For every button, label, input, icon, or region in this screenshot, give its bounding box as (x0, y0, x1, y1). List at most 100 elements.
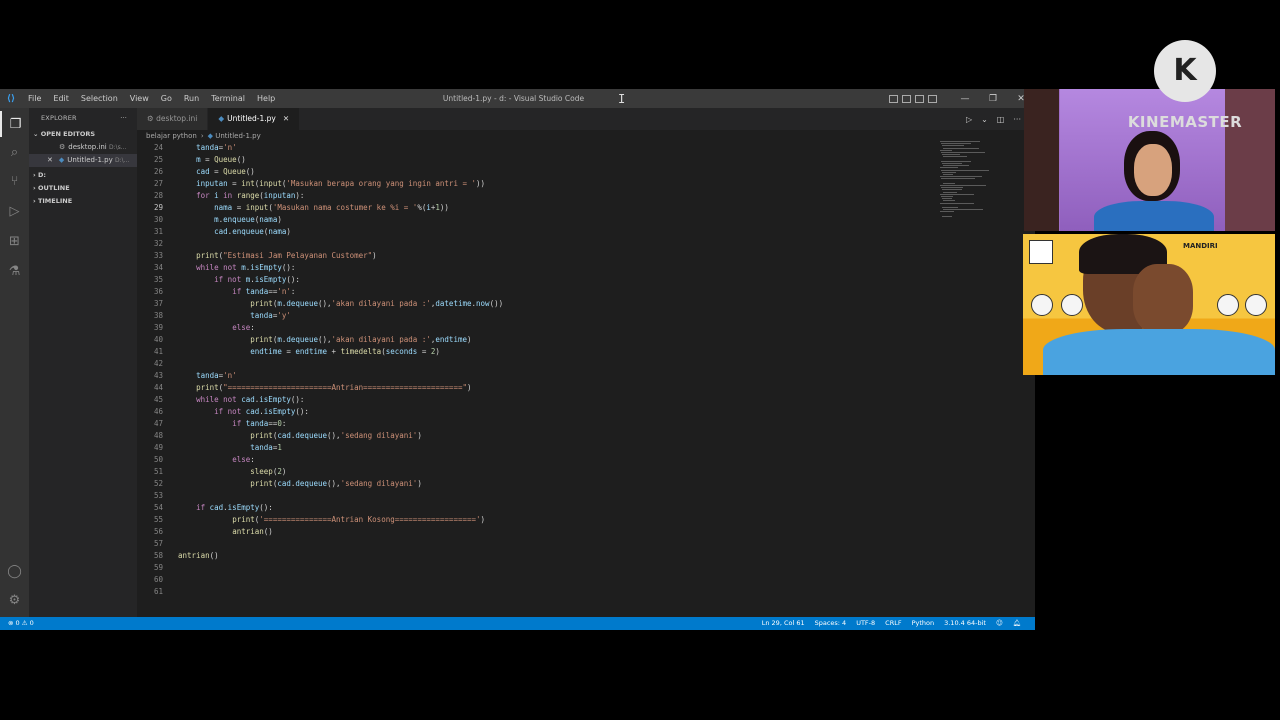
code-line[interactable]: 44 print("=======================Antrian… (137, 382, 927, 394)
python-interpreter[interactable]: 3.10.4 64-bit (944, 617, 986, 630)
menu-edit[interactable]: Edit (47, 89, 75, 108)
code-line[interactable]: 43 tanda='n' (137, 370, 927, 382)
testing-icon[interactable]: ⚗ (0, 258, 29, 284)
run-debug-icon[interactable]: ▷ (0, 198, 29, 224)
search-icon[interactable]: ⌕ (0, 139, 29, 165)
menu-terminal[interactable]: Terminal (205, 89, 251, 108)
chevron-down-icon[interactable]: ⌄ (981, 115, 988, 124)
python-file-icon: ◆ (58, 156, 65, 164)
code-line[interactable]: 39 else: (137, 322, 927, 334)
code-line[interactable]: 61 (137, 586, 927, 598)
toggle-panel-icon[interactable] (902, 94, 911, 103)
code-line[interactable]: 27 inputan = int(input('Masukan berapa o… (137, 178, 927, 190)
breadcrumb-file[interactable]: Untitled-1.py (215, 132, 260, 140)
toggle-sidebar-icon[interactable] (889, 94, 898, 103)
source-control-icon[interactable]: ⑂ (0, 168, 29, 194)
code-text: for i in range(inputan): (196, 191, 305, 200)
code-line[interactable]: 48 print(cad.dequeue(),'sedang dilayani'… (137, 430, 927, 442)
code-line[interactable]: 38 tanda='y' (137, 310, 927, 322)
code-editor[interactable]: 24 tanda='n' 25 m = Queue() 26 cad = Queue… (137, 142, 1017, 620)
split-editor-icon[interactable]: ◫ (997, 115, 1005, 124)
code-line[interactable]: 60 (137, 574, 927, 586)
code-line[interactable]: 26 cad = Queue() (137, 166, 927, 178)
code-line[interactable]: 28 for i in range(inputan): (137, 190, 927, 202)
section-open-editors[interactable]: ⌄ OPEN EDITORS (29, 128, 137, 141)
webcam-feed-participant: MANDIRI (1023, 234, 1275, 375)
code-line[interactable]: 53 (137, 490, 927, 502)
menu-selection[interactable]: Selection (75, 89, 124, 108)
open-editor-item-active[interactable]: ✕ ◆ Untitled-1.py D:\... (29, 154, 137, 167)
code-line[interactable]: 31 cad.enqueue(nama) (137, 226, 927, 238)
minimap[interactable] (936, 141, 1016, 241)
code-line[interactable]: 57 (137, 538, 927, 550)
code-line[interactable]: 46 if not cad.isEmpty(): (137, 406, 927, 418)
code-line[interactable]: 49 tanda=1 (137, 442, 927, 454)
code-line[interactable]: 35 if not m.isEmpty(): (137, 274, 927, 286)
line-number: 31 (153, 227, 163, 236)
breadcrumb-folder[interactable]: belajar python (146, 132, 197, 140)
explorer-icon[interactable]: ❐ (0, 111, 29, 137)
run-python-file-icon[interactable]: ▷ (966, 115, 972, 124)
code-line[interactable]: 36 if tanda=='n': (137, 286, 927, 298)
more-actions-icon[interactable]: ··· (120, 108, 127, 128)
code-line[interactable]: 58 antrian() (137, 550, 927, 562)
line-number: 49 (153, 443, 163, 452)
indentation[interactable]: Spaces: 4 (815, 617, 847, 630)
menu-run[interactable]: Run (178, 89, 205, 108)
line-number: 43 (153, 371, 163, 380)
line-number: 32 (153, 239, 163, 248)
code-line[interactable]: 25 m = Queue() (137, 154, 927, 166)
code-line[interactable]: 50 else: (137, 454, 927, 466)
menu-view[interactable]: View (124, 89, 155, 108)
settings-gear-icon[interactable]: ⚙ (0, 587, 29, 613)
code-line[interactable]: 45 while not cad.isEmpty(): (137, 394, 927, 406)
feedback-icon[interactable]: ☺ (996, 617, 1003, 630)
more-actions-icon[interactable]: ··· (1013, 115, 1021, 124)
menu-help[interactable]: Help (251, 89, 281, 108)
close-editor-icon[interactable]: ✕ (47, 156, 53, 164)
code-line[interactable]: 56 antrian() (137, 526, 927, 538)
code-line[interactable]: 41 endtime = endtime + timedelta(seconds… (137, 346, 927, 358)
code-line[interactable]: 40 print(m.dequeue(),'akan dilayani pada… (137, 334, 927, 346)
minimize-button[interactable]: — (951, 94, 979, 104)
code-line[interactable]: 54 if cad.isEmpty(): (137, 502, 927, 514)
cursor-position[interactable]: Ln 29, Col 61 (762, 617, 805, 630)
encoding[interactable]: UTF-8 (856, 617, 875, 630)
minimap-line (943, 182, 955, 184)
code-line[interactable]: 33 print("Estimasi Jam Pelayanan Custome… (137, 250, 927, 262)
line-ending[interactable]: CRLF (885, 617, 901, 630)
language-mode[interactable]: Python (912, 617, 935, 630)
notifications-bell-icon[interactable]: 🔔︎ (1013, 617, 1021, 630)
tab-untitled-1[interactable]: ◆ Untitled-1.py ✕ (208, 108, 301, 130)
menu-go[interactable]: Go (155, 89, 178, 108)
minimap-line (942, 215, 952, 217)
code-line[interactable]: 29 nama = input('Masukan nama costumer k… (137, 202, 927, 214)
extensions-icon[interactable]: ⊞ (0, 228, 29, 254)
code-line[interactable]: 32 (137, 238, 927, 250)
window-controls: — ❐ ✕ (889, 89, 1035, 108)
tab-desktop-ini[interactable]: ⚙ desktop.ini (137, 108, 209, 130)
section-outline[interactable]: › OUTLINE (29, 182, 137, 195)
section-timeline[interactable]: › TIMELINE (29, 195, 137, 208)
code-line[interactable]: 55 print('===============Antrian Kosong=… (137, 514, 927, 526)
open-editor-item[interactable]: ⚙ desktop.ini D:\s... (29, 141, 137, 154)
customize-layout-icon[interactable] (928, 94, 937, 103)
code-line[interactable]: 37 print(m.dequeue(),'akan dilayani pada… (137, 298, 927, 310)
code-line[interactable]: 34 while not m.isEmpty(): (137, 262, 927, 274)
toggle-secondary-sidebar-icon[interactable] (915, 94, 924, 103)
code-line[interactable]: 42 (137, 358, 927, 370)
account-icon[interactable]: ◯ (0, 558, 29, 584)
code-line[interactable]: 30 m.enqueue(nama) (137, 214, 927, 226)
code-line[interactable]: 47 if tanda==0: (137, 418, 927, 430)
problems-indicator[interactable]: ⊗ 0 ⚠ 0 (8, 617, 34, 630)
code-line[interactable]: 51 sleep(2) (137, 466, 927, 478)
menu-file[interactable]: File (22, 89, 47, 108)
close-tab-icon[interactable]: ✕ (283, 114, 289, 123)
code-text: if not cad.isEmpty(): (214, 407, 309, 416)
restore-button[interactable]: ❐ (979, 94, 1007, 104)
code-line[interactable]: 24 tanda='n' (137, 142, 927, 154)
code-line[interactable]: 52 print(cad.dequeue(),'sedang dilayani'… (137, 478, 927, 490)
code-line[interactable]: 59 (137, 562, 927, 574)
code-text: if cad.isEmpty(): (196, 503, 273, 512)
section-folder[interactable]: › D: (29, 169, 137, 182)
